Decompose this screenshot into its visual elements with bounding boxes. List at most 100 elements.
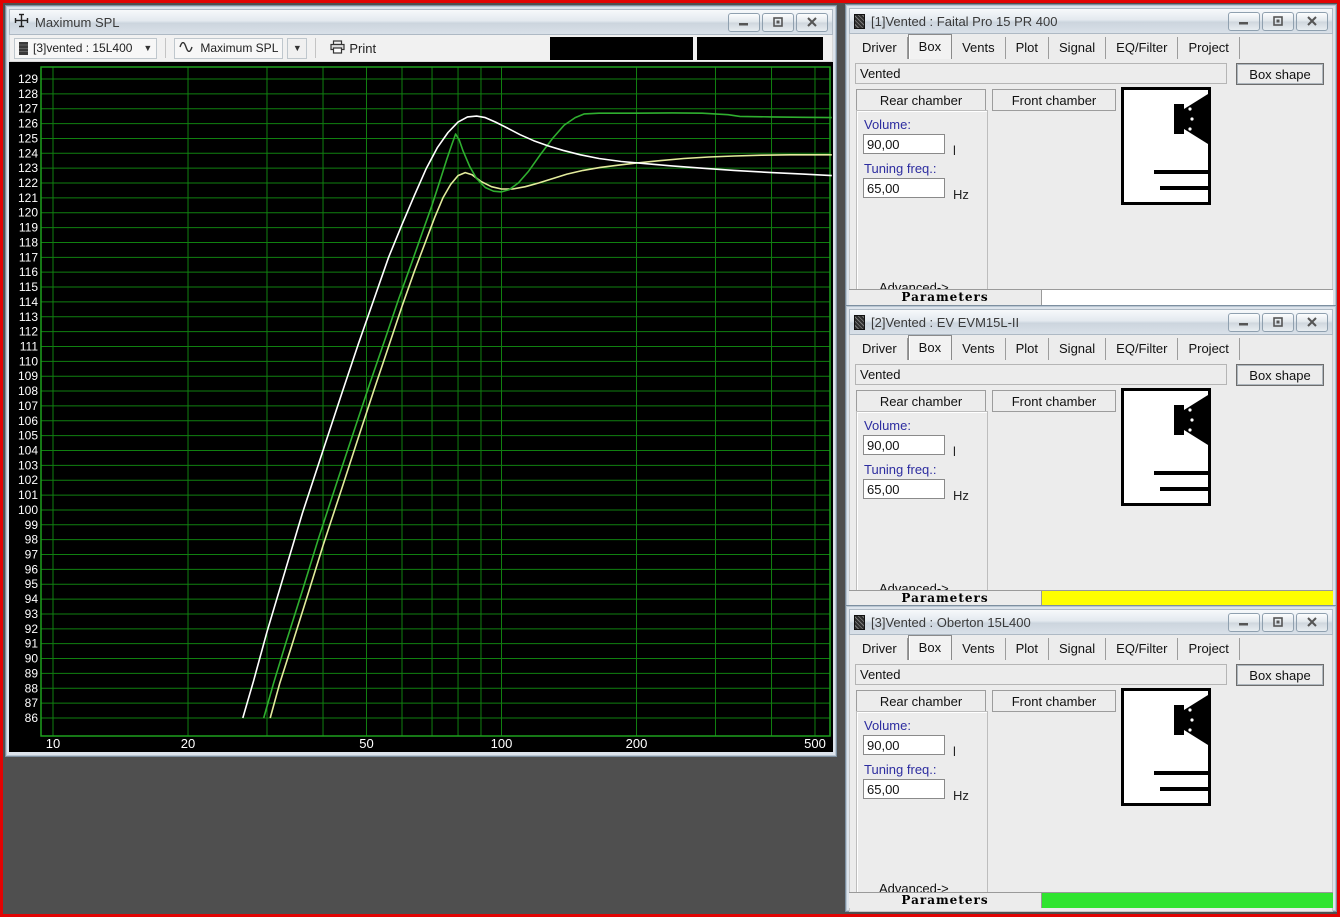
tab-project[interactable]: Project [1178, 37, 1240, 59]
tab-vents[interactable]: Vents [952, 37, 1006, 59]
print-button[interactable]: Print [324, 37, 382, 59]
svg-text:103: 103 [18, 458, 38, 472]
tab-plot[interactable]: Plot [1006, 37, 1050, 59]
svg-text:110: 110 [19, 354, 38, 368]
box-diagram [1121, 388, 1211, 506]
svg-text:99: 99 [25, 518, 39, 532]
parameters-label: Parameters [901, 290, 989, 304]
box-type-field[interactable]: Vented [855, 364, 1227, 385]
rear-chamber-tab[interactable]: Rear chamber [856, 690, 986, 712]
box-shape-button[interactable]: Box shape [1236, 364, 1324, 386]
svg-text:86: 86 [25, 711, 39, 725]
close-button[interactable] [1296, 612, 1328, 632]
svg-text:123: 123 [18, 161, 38, 175]
tab-eq-filter[interactable]: EQ/Filter [1106, 37, 1179, 59]
view-combo-dropdown-button[interactable]: ▼ [287, 37, 308, 59]
tab-plot[interactable]: Plot [1006, 638, 1050, 660]
tab-signal[interactable]: Signal [1049, 37, 1107, 59]
tab-driver[interactable]: Driver [852, 338, 908, 360]
volume-input[interactable] [863, 134, 945, 154]
plot-window-titlebar[interactable]: Maximum SPL [9, 9, 833, 35]
tab-driver[interactable]: Driver [852, 37, 908, 59]
svg-text:108: 108 [18, 384, 38, 398]
minimize-button[interactable] [1228, 612, 1260, 632]
tab-box[interactable]: Box [907, 335, 953, 361]
volume-label: Volume: [864, 418, 911, 433]
front-chamber-tab[interactable]: Front chamber [992, 89, 1116, 111]
volume-input[interactable] [863, 735, 945, 755]
box-shape-button[interactable]: Box shape [1236, 664, 1324, 686]
tab-eq-filter[interactable]: EQ/Filter [1106, 338, 1179, 360]
svg-text:118: 118 [19, 235, 38, 249]
tab-box[interactable]: Box [907, 635, 953, 661]
volume-input[interactable] [863, 435, 945, 455]
plot-window-title: Maximum SPL [35, 14, 120, 30]
chamber-groupbox: Volume: l Tuning freq.: Hz Advanced-> [856, 711, 988, 907]
minimize-button[interactable] [728, 12, 760, 32]
tuning-label: Tuning freq.: [864, 161, 937, 176]
tuning-input[interactable] [863, 479, 945, 499]
close-button[interactable] [1296, 11, 1328, 31]
chamber-groupbox: Volume: l Tuning freq.: Hz Advanced-> [856, 110, 988, 306]
restore-button[interactable] [1262, 312, 1294, 332]
tab-project[interactable]: Project [1178, 338, 1240, 360]
design-window-2-title: [2]Vented : EV EVM15L-II [871, 314, 1020, 330]
svg-text:114: 114 [19, 295, 38, 309]
tuning-input[interactable] [863, 779, 945, 799]
tab-signal[interactable]: Signal [1049, 338, 1107, 360]
box-diagram [1121, 87, 1211, 205]
front-chamber-tab[interactable]: Front chamber [992, 690, 1116, 712]
tab-driver[interactable]: Driver [852, 638, 908, 660]
svg-text:124: 124 [18, 146, 38, 160]
front-chamber-tab[interactable]: Front chamber [992, 390, 1116, 412]
design-tabs: Driver Box Vents Plot Signal EQ/Filter P… [849, 635, 1333, 661]
volume-unit: l [953, 444, 956, 459]
tuning-input[interactable] [863, 178, 945, 198]
box-type-field[interactable]: Vented [855, 664, 1227, 685]
volume-unit: l [953, 143, 956, 158]
rear-chamber-tab[interactable]: Rear chamber [856, 89, 986, 111]
svg-text:92: 92 [25, 622, 39, 636]
parameters-row: Parameters [849, 892, 1333, 908]
svg-text:129: 129 [18, 72, 38, 86]
project-combo[interactable]: [3]vented : 15L400 ▼ [14, 37, 158, 59]
tab-vents[interactable]: Vents [952, 638, 1006, 660]
tuning-unit: Hz [953, 788, 969, 803]
project-combo-value: [3]vented : 15L400 [33, 41, 133, 55]
tab-eq-filter[interactable]: EQ/Filter [1106, 638, 1179, 660]
tab-signal[interactable]: Signal [1049, 638, 1107, 660]
minimize-button[interactable] [1228, 11, 1260, 31]
restore-button[interactable] [1262, 612, 1294, 632]
design-window-3-titlebar[interactable]: [3]Vented : Oberton 15L400 [849, 609, 1333, 635]
minimize-button[interactable] [1228, 312, 1260, 332]
svg-text:50: 50 [359, 736, 373, 751]
design-tabs: Driver Box Vents Plot Signal EQ/Filter P… [849, 335, 1333, 361]
close-button[interactable] [796, 12, 828, 32]
speaker-box-icon [854, 614, 865, 630]
plot-window: Maximum SPL [3]vented : 15L400 ▼ Maximum… [5, 5, 837, 757]
rear-chamber-tab[interactable]: Rear chamber [856, 390, 986, 412]
close-button[interactable] [1296, 312, 1328, 332]
tab-plot[interactable]: Plot [1006, 338, 1050, 360]
parameters-label: Parameters [901, 591, 989, 605]
parameters-status-bar [1041, 290, 1333, 305]
svg-text:122: 122 [18, 176, 38, 190]
printer-icon [330, 39, 345, 57]
box-shape-button[interactable]: Box shape [1236, 63, 1324, 85]
tab-box[interactable]: Box [907, 34, 953, 60]
tab-project[interactable]: Project [1178, 638, 1240, 660]
svg-text:95: 95 [25, 577, 39, 591]
tab-vents[interactable]: Vents [952, 338, 1006, 360]
design-window-1-titlebar[interactable]: [1]Vented : Faital Pro 15 PR 400 [849, 8, 1333, 34]
restore-button[interactable] [1262, 11, 1294, 31]
parameters-row: Parameters [849, 590, 1333, 606]
svg-text:126: 126 [18, 117, 38, 131]
svg-text:119: 119 [19, 221, 38, 235]
svg-text:105: 105 [18, 429, 38, 443]
vent-line [1160, 186, 1208, 190]
restore-button[interactable] [762, 12, 794, 32]
design-window-2-titlebar[interactable]: [2]Vented : EV EVM15L-II [849, 309, 1333, 335]
svg-text:94: 94 [25, 592, 39, 606]
view-combo[interactable]: Maximum SPL [174, 37, 284, 59]
box-type-field[interactable]: Vented [855, 63, 1227, 84]
